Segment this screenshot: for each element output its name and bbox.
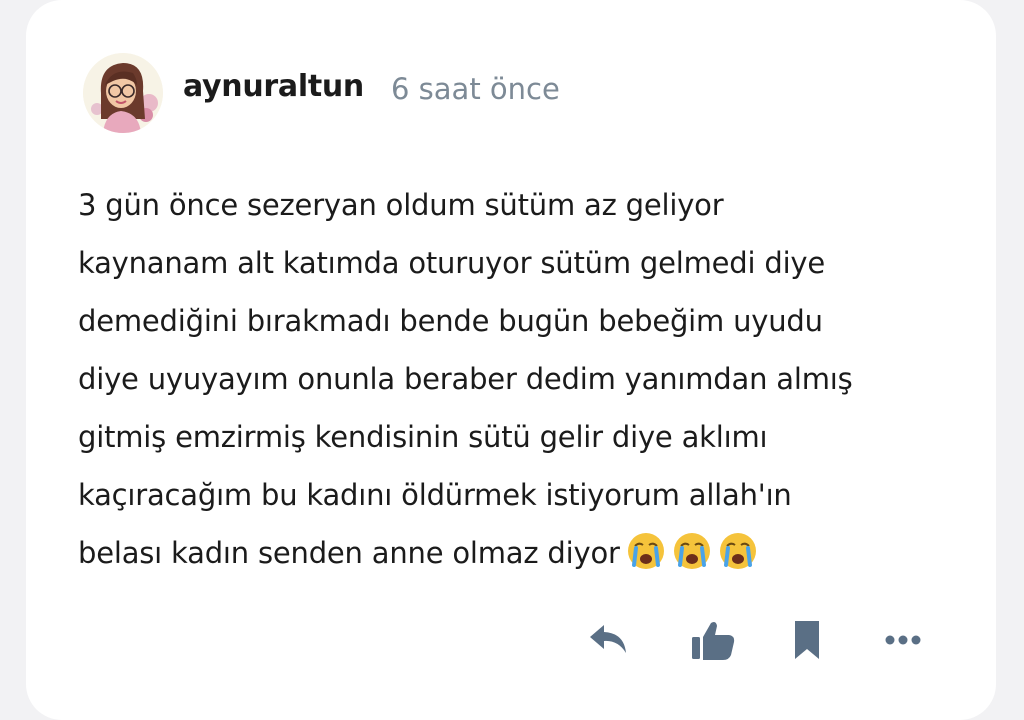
crying-face-emoji	[626, 531, 666, 571]
comment-text-line: kaynanam alt katımda oturuyor sütüm gelm…	[78, 246, 826, 280]
crying-face-emoji	[672, 531, 712, 571]
comment-text-line-last: belası kadın senden anne olmaz diyor	[78, 524, 938, 582]
author-username[interactable]: aynuraltun	[183, 69, 364, 104]
crying-face-emoji	[718, 531, 758, 571]
comment-text-line: diye uyuyayım onunla beraber dedim yanım…	[78, 362, 853, 396]
comment-text-line: gitmiş emzirmiş kendisinin sütü gelir di…	[78, 420, 768, 454]
post-timestamp: 6 saat önce	[391, 72, 560, 106]
comment-body: 3 gün önce sezeryan oldum sütüm az geliy…	[78, 176, 938, 582]
comment-text-line: 3 gün önce sezeryan oldum sütüm az geliy…	[78, 188, 724, 222]
like-button[interactable]	[689, 615, 739, 665]
reply-button[interactable]	[584, 615, 634, 665]
comment-actions	[0, 615, 1024, 665]
thumbs-up-icon	[692, 622, 735, 660]
more-icon	[885, 635, 921, 645]
bookmark-button[interactable]	[782, 615, 832, 665]
comment-text-line: kaçıracağım bu kadını öldürmek istiyorum…	[78, 478, 792, 512]
comment-text-line: demediğini bırakmadı bende bugün bebeğim…	[78, 304, 823, 338]
avatar[interactable]	[83, 53, 163, 133]
reply-icon	[590, 625, 626, 653]
bookmark-icon	[795, 621, 819, 659]
more-options-button[interactable]	[880, 615, 930, 665]
comment-text-span: belası kadın senden anne olmaz diyor	[78, 536, 620, 570]
